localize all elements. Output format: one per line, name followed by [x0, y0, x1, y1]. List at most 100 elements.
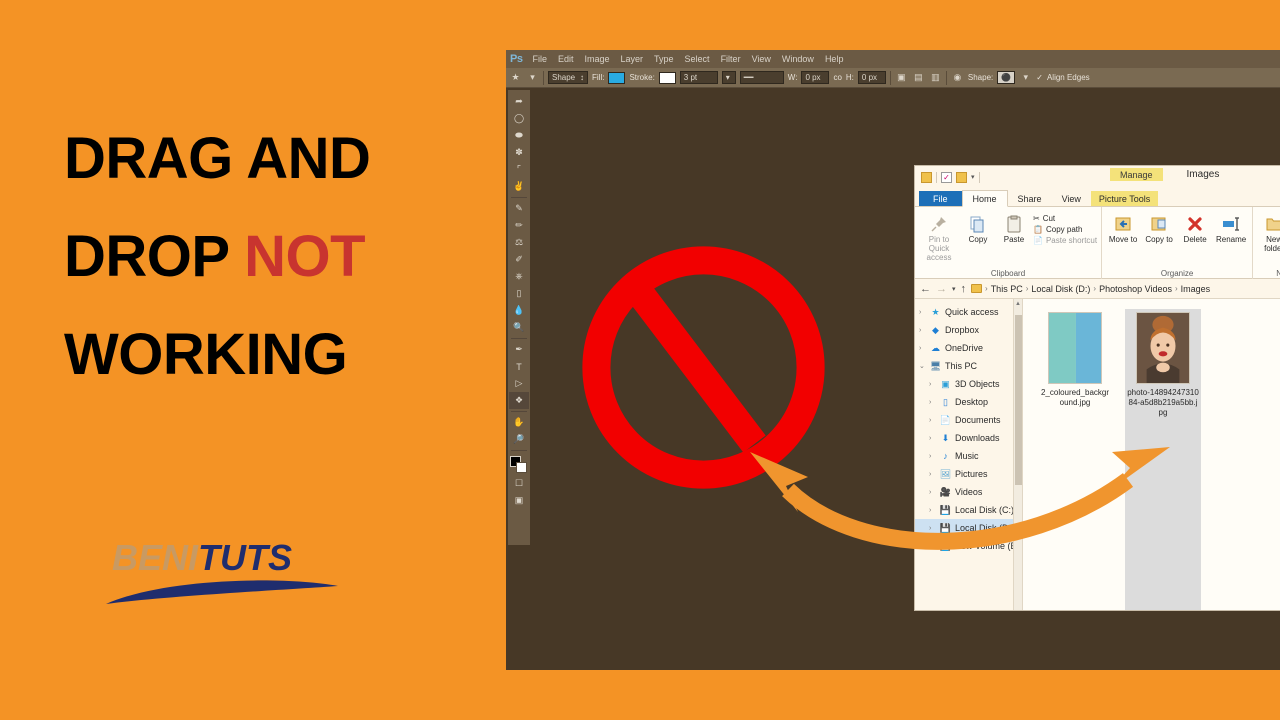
folder-icon[interactable]	[921, 171, 932, 183]
custom-shape-tool[interactable]: ❖	[509, 392, 529, 409]
sidebar-item-this-pc[interactable]: ⌄ 🖥 This PC	[915, 357, 1022, 375]
pen-tool[interactable]: ✒	[509, 341, 529, 358]
background-color-swatch[interactable]	[516, 462, 527, 473]
chevron-right-icon[interactable]: ›	[919, 345, 929, 352]
blur-tool[interactable]: 💧	[509, 302, 529, 319]
stroke-style-select[interactable]: ━━	[739, 71, 784, 84]
link-dimensions-icon[interactable]: co	[833, 73, 841, 82]
lasso-tool[interactable]: ⬬	[509, 127, 529, 144]
up-arrow-icon[interactable]: ↑	[961, 283, 967, 295]
tab-picture-tools[interactable]: Picture Tools	[1090, 191, 1159, 206]
new-folder-button[interactable]: New folder	[1257, 210, 1280, 254]
sidebar-item-downloads[interactable]: › ⬇ Downloads	[915, 429, 1022, 447]
chevron-right-icon[interactable]: ›	[929, 399, 939, 406]
move-tool[interactable]: ➦	[509, 93, 529, 110]
path-arrangement-icon[interactable]: ▥	[929, 71, 942, 84]
tab-file[interactable]: File	[919, 191, 962, 206]
file-item[interactable]: 2_coloured_background.jpg	[1037, 309, 1113, 610]
sidebar-item-quick-access[interactable]: › ★ Quick access	[915, 303, 1022, 321]
path-selection-tool[interactable]: ▷	[509, 375, 529, 392]
color-swatches[interactable]	[509, 455, 529, 475]
menu-item-help[interactable]: Help	[825, 54, 844, 64]
breadcrumb-photoshop-videos[interactable]: Photoshop Videos	[1099, 284, 1172, 294]
menu-item-view[interactable]: View	[752, 54, 771, 64]
pin-to-quick-access-button[interactable]: Pin to Quick access	[919, 210, 959, 262]
chevron-right-icon[interactable]: ›	[919, 327, 929, 334]
forward-arrow-icon[interactable]: →	[936, 283, 947, 295]
chevron-right-icon[interactable]: ›	[929, 543, 939, 550]
screen-mode-icon[interactable]: ▣	[509, 492, 529, 509]
sidebar-item-videos[interactable]: › 🎥 Videos	[915, 483, 1022, 501]
nav-pane-scrollbar[interactable]: ▲ ▼	[1013, 299, 1022, 610]
custom-shape-preview[interactable]: ⚫	[997, 71, 1016, 84]
custom-shape-tool-icon[interactable]: ★	[509, 71, 522, 84]
sidebar-item-local-disk-d[interactable]: › 💾 Local Disk (D:)	[915, 519, 1022, 537]
shape-picker-caret-icon[interactable]: ▾	[1019, 71, 1032, 84]
quick-mask-mode-icon[interactable]: ☐	[509, 475, 529, 492]
chevron-down-icon[interactable]: ⌄	[919, 362, 929, 370]
menu-item-layer[interactable]: Layer	[621, 54, 644, 64]
stroke-width-input[interactable]: 3 pt	[679, 71, 718, 84]
scrollbar-thumb[interactable]	[1015, 315, 1022, 485]
clone-stamp-tool[interactable]: ⚖	[509, 234, 529, 251]
chevron-right-icon[interactable]: ›	[929, 525, 939, 532]
sidebar-item-desktop[interactable]: › ▯ Desktop	[915, 393, 1022, 411]
customize-caret-icon[interactable]: ▾	[971, 173, 975, 181]
stroke-color-swatch[interactable]	[658, 71, 676, 84]
chevron-right-icon[interactable]: ›	[929, 435, 939, 442]
tab-view[interactable]: View	[1052, 191, 1091, 206]
chevron-right-icon[interactable]: ›	[929, 471, 939, 478]
brush-tool[interactable]: ✏	[509, 217, 529, 234]
breadcrumb-this-pc[interactable]: This PC	[991, 284, 1023, 294]
breadcrumb-local-disk-d[interactable]: Local Disk (D:)	[1031, 284, 1090, 294]
properties-icon[interactable]: ✓	[941, 171, 952, 183]
zoom-tool[interactable]: 🔎	[509, 431, 529, 448]
chevron-right-icon[interactable]: ›	[929, 381, 939, 388]
sidebar-item-local-disk-c[interactable]: › 💾 Local Disk (C:)	[915, 501, 1022, 519]
geometry-options-icon[interactable]: ◉	[951, 71, 964, 84]
stroke-width-caret-icon[interactable]: ▾	[721, 71, 736, 84]
file-item[interactable]: photo-1489424731084-a5d8b219a5bb.jpg	[1125, 309, 1201, 610]
breadcrumb[interactable]: › This PC › Local Disk (D:) › Photoshop …	[971, 284, 1210, 294]
sidebar-item-onedrive[interactable]: › ☁ OneDrive	[915, 339, 1022, 357]
horizontal-type-tool[interactable]: T	[509, 358, 529, 375]
shape-mode-select[interactable]: Shape ↕	[548, 71, 588, 84]
back-arrow-icon[interactable]: ←	[920, 283, 931, 295]
paste-button[interactable]: Paste	[997, 210, 1031, 245]
paste-shortcut-button[interactable]: 📄 Paste shortcut	[1033, 236, 1097, 245]
menu-item-edit[interactable]: Edit	[558, 54, 574, 64]
path-operations-icon[interactable]: ▣	[895, 71, 908, 84]
copy-to-button[interactable]: Copy to	[1142, 210, 1176, 245]
chevron-right-icon[interactable]: ›	[929, 489, 939, 496]
tool-preset-caret-icon[interactable]: ▾	[526, 71, 539, 84]
menu-item-type[interactable]: Type	[654, 54, 674, 64]
new-folder-icon[interactable]	[956, 171, 967, 183]
width-input[interactable]: 0 px	[801, 71, 830, 84]
fill-color-swatch[interactable]	[608, 71, 626, 84]
chevron-right-icon[interactable]: ›	[929, 453, 939, 460]
eyedropper-tool[interactable]: ✌	[509, 178, 529, 195]
eraser-tool[interactable]: ⎈	[509, 268, 529, 285]
quick-selection-tool[interactable]: ✽	[509, 144, 529, 161]
cut-button[interactable]: ✂ Cut	[1033, 214, 1097, 223]
spot-healing-brush-tool[interactable]: ✎	[509, 200, 529, 217]
dodge-tool[interactable]: 🔍	[509, 319, 529, 336]
delete-button[interactable]: Delete	[1178, 210, 1212, 245]
scroll-up-arrow-icon[interactable]: ▲	[1014, 299, 1022, 309]
height-input[interactable]: 0 px	[857, 71, 886, 84]
sidebar-item-pictures[interactable]: › 🖼 Pictures	[915, 465, 1022, 483]
gradient-tool[interactable]: ▯	[509, 285, 529, 302]
copy-button[interactable]: Copy	[961, 210, 995, 245]
crop-tool[interactable]: ⌜	[509, 161, 529, 178]
move-to-button[interactable]: Move to	[1106, 210, 1140, 245]
recent-locations-caret-icon[interactable]: ▾	[952, 285, 956, 293]
breadcrumb-images[interactable]: Images	[1181, 284, 1211, 294]
align-edges-checkbox[interactable]: ✓	[1036, 73, 1043, 82]
rectangular-marquee-tool[interactable]: ◯	[509, 110, 529, 127]
sidebar-item-new-volume-e[interactable]: › 💾 New Volume (E:)	[915, 537, 1022, 555]
menu-item-filter[interactable]: Filter	[721, 54, 741, 64]
chevron-right-icon[interactable]: ›	[929, 507, 939, 514]
sidebar-item-3d-objects[interactable]: › ▣ 3D Objects	[915, 375, 1022, 393]
menu-item-image[interactable]: Image	[585, 54, 610, 64]
chevron-right-icon[interactable]: ›	[919, 309, 929, 316]
